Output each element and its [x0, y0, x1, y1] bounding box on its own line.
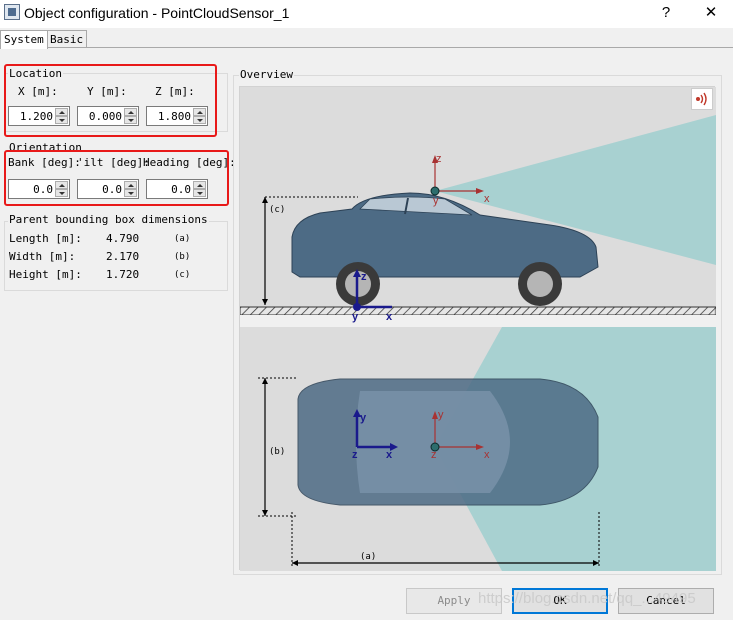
length-value: 4.790	[106, 232, 140, 245]
tab-basic[interactable]: Basic	[46, 30, 88, 48]
length-label: Length [m]:	[9, 232, 82, 245]
side-origin-y-label: y	[352, 311, 359, 323]
tab-divider	[0, 47, 733, 48]
height-label: Height [m]:	[9, 268, 82, 281]
overview-drawing	[240, 87, 716, 571]
top-origin-x-label: x	[386, 449, 393, 461]
apply-button[interactable]: Apply	[406, 588, 502, 614]
dim-label-c: (c)	[269, 205, 286, 215]
side-sensor-y-label: y	[433, 195, 439, 207]
length-tag: (a)	[174, 234, 191, 244]
top-sensor-x-label: x	[484, 449, 490, 461]
width-value: 2.170	[106, 250, 140, 263]
sensor-wave-icon[interactable]	[691, 88, 713, 110]
orientation-highlight-box	[4, 150, 229, 206]
tab-bar: System Basic	[0, 30, 733, 49]
dim-label-a: (a)	[360, 552, 377, 562]
height-value: 1.720	[106, 268, 140, 281]
app-icon	[4, 4, 20, 20]
location-highlight-box	[4, 64, 217, 137]
top-sensor-z-label: z	[431, 449, 437, 461]
width-tag: (b)	[174, 252, 191, 262]
overview-canvas: (c) (b) (a) z y x z y x y z x y z x	[239, 86, 716, 571]
overview-title: Overview	[239, 68, 294, 81]
ok-button[interactable]: OK	[512, 588, 608, 614]
side-origin-z-label: z	[361, 271, 367, 283]
help-button[interactable]: ?	[654, 2, 678, 24]
top-sensor-y-label: y	[438, 409, 444, 421]
ground-bar	[240, 306, 716, 316]
parent-bbox-title: Parent bounding box dimensions	[8, 213, 209, 226]
side-sensor-x-label: x	[484, 193, 490, 205]
car-top-view	[297, 378, 599, 506]
dim-label-b: (b)	[269, 447, 286, 457]
cancel-button[interactable]: Cancel	[618, 588, 714, 614]
close-button[interactable]: ✕	[699, 2, 723, 24]
top-origin-y-label: y	[360, 412, 367, 424]
window-title: Object configuration - PointCloudSensor_…	[24, 5, 290, 21]
tab-system[interactable]: System	[0, 30, 48, 49]
top-origin-z-label: z	[352, 449, 358, 461]
side-origin-x-label: x	[386, 311, 393, 323]
side-sensor-z-label: z	[436, 153, 442, 165]
width-label: Width [m]:	[9, 250, 76, 263]
title-bar: Object configuration - PointCloudSensor_…	[0, 0, 733, 28]
height-tag: (c)	[174, 270, 191, 280]
